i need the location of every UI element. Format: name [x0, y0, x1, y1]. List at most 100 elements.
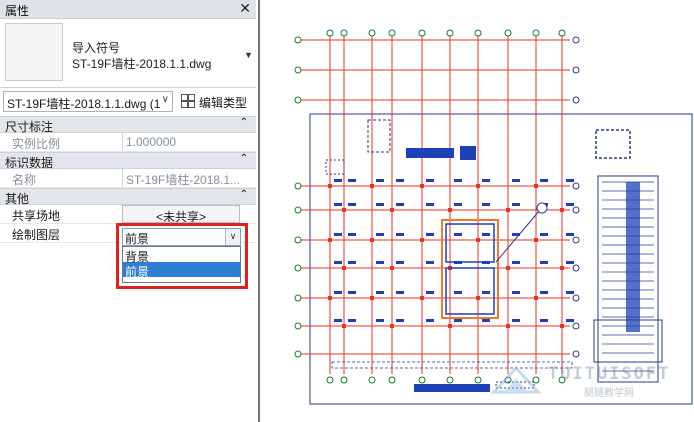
drawing-canvas[interactable]	[260, 0, 694, 422]
section-dimensions[interactable]: 尺寸标注 ⌃	[0, 116, 256, 134]
panel-title: 属性	[5, 4, 30, 18]
chevron-down-icon[interactable]: ∨	[225, 229, 240, 245]
property-key: 共享场地	[12, 209, 61, 223]
column-tag	[512, 261, 520, 264]
grid-bubble	[418, 376, 426, 384]
edit-type-icon	[181, 94, 195, 108]
column-tag	[348, 203, 356, 206]
column-marker	[420, 184, 424, 188]
grid-bubble	[294, 96, 302, 104]
type-selector[interactable]: 导入符号 ST-19F墙柱-2018.1.1.dwg ▼	[0, 20, 256, 88]
column-tag	[512, 291, 520, 294]
column-tag	[334, 319, 342, 322]
column-marker	[476, 184, 480, 188]
column-marker	[476, 238, 480, 242]
option-foreground[interactable]: 前景	[123, 262, 240, 279]
grid-bubble	[572, 96, 580, 104]
grid-bubble	[418, 29, 426, 37]
instance-filter-row: ST-19F墙柱-2018.1.1.dwg (1 ∨ 编辑类型	[0, 91, 256, 113]
grid-bubble	[326, 376, 334, 384]
grid-bubble	[572, 206, 580, 214]
column-tag	[512, 203, 520, 206]
column-tag	[426, 319, 434, 322]
column-tag	[396, 261, 404, 264]
type-family-label: 导入符号	[72, 41, 121, 55]
section-other[interactable]: 其他 ⌃	[0, 188, 256, 206]
column-tag	[454, 319, 462, 322]
draw-layer-select[interactable]: 前景 ∨	[122, 228, 241, 246]
close-icon[interactable]: ✕	[239, 0, 251, 17]
core-room	[445, 223, 495, 263]
grid-bubble	[294, 294, 302, 302]
column-marker	[534, 238, 538, 242]
column-tag	[566, 233, 574, 236]
grid-bubble	[572, 294, 580, 302]
chevron-down-icon[interactable]: ▼	[244, 50, 253, 60]
grid-bubble	[294, 182, 302, 190]
column-tag	[566, 179, 574, 182]
edit-type-button[interactable]: 编辑类型	[179, 92, 250, 111]
instance-filter-select[interactable]: ST-19F墙柱-2018.1.1.dwg (1 ∨	[3, 91, 173, 112]
properties-grid: 尺寸标注 ⌃ 实例比例 1.000000 标识数据 ⌃ 名称 ST-19F墙柱-…	[0, 116, 256, 243]
grid-bubble	[340, 29, 348, 37]
column-tag	[376, 319, 384, 322]
instance-filter-value: ST-19F墙柱-2018.1.1.dwg (1	[7, 97, 161, 111]
section-dimensions-label: 尺寸标注	[5, 120, 54, 134]
column-tag	[454, 179, 462, 182]
column-marker	[560, 266, 564, 270]
grid-bubble	[446, 29, 454, 37]
column-tag	[334, 179, 342, 182]
column-tag	[348, 291, 356, 294]
grid-bubble	[294, 36, 302, 44]
shared-site-button[interactable]: <未共享>	[122, 205, 240, 223]
section-marker	[536, 202, 548, 214]
column-tag	[426, 203, 434, 206]
column-tag	[348, 179, 356, 182]
column-tag	[396, 179, 404, 182]
draw-layer-options: 背景 前景	[122, 246, 241, 283]
column-tag	[334, 203, 342, 206]
grid-bubble	[572, 236, 580, 244]
column-marker	[448, 208, 452, 212]
option-background[interactable]: 背景	[123, 247, 240, 264]
grid-bubble	[572, 36, 580, 44]
column-tag	[540, 291, 548, 294]
column-tag	[482, 233, 490, 236]
column-tag	[376, 233, 384, 236]
column-tag	[334, 291, 342, 294]
grid-bubble	[572, 322, 580, 330]
property-value: ST-19F墙柱-2018.1....	[122, 169, 240, 187]
watermark-logo-icon	[490, 365, 542, 394]
grid-bubble	[294, 350, 302, 358]
type-thumbnail	[5, 23, 63, 81]
column-tag	[396, 233, 404, 236]
collapse-icon[interactable]: ⌃	[240, 189, 248, 200]
property-key: 实例比例	[12, 137, 61, 151]
column-marker	[342, 324, 346, 328]
column-tag	[348, 233, 356, 236]
column-tag	[334, 233, 342, 236]
collapse-icon[interactable]: ⌃	[240, 153, 248, 164]
dashed-block	[325, 159, 345, 175]
column-tag	[454, 203, 462, 206]
grid-bubble	[446, 376, 454, 384]
section-identity-label: 标识数据	[5, 156, 54, 170]
dashed-block	[367, 119, 391, 153]
column-tag	[512, 319, 520, 322]
grid-bubble	[532, 29, 540, 37]
grid-bubble	[388, 376, 396, 384]
column-tag	[426, 291, 434, 294]
column-tag	[348, 261, 356, 264]
column-marker	[448, 324, 452, 328]
grid-bubble	[294, 66, 302, 74]
column-tag	[376, 179, 384, 182]
property-row-name: 名称 ST-19F墙柱-2018.1....	[0, 169, 256, 188]
collapse-icon[interactable]: ⌃	[240, 117, 248, 128]
column-tag	[540, 319, 548, 322]
property-key: 绘制图层	[12, 228, 61, 242]
section-identity[interactable]: 标识数据 ⌃	[0, 152, 256, 170]
grid-bubble	[474, 29, 482, 37]
property-row-shared-site: 共享场地 <未共享>	[0, 205, 256, 224]
column-tag	[540, 233, 548, 236]
grid-bubble	[504, 29, 512, 37]
